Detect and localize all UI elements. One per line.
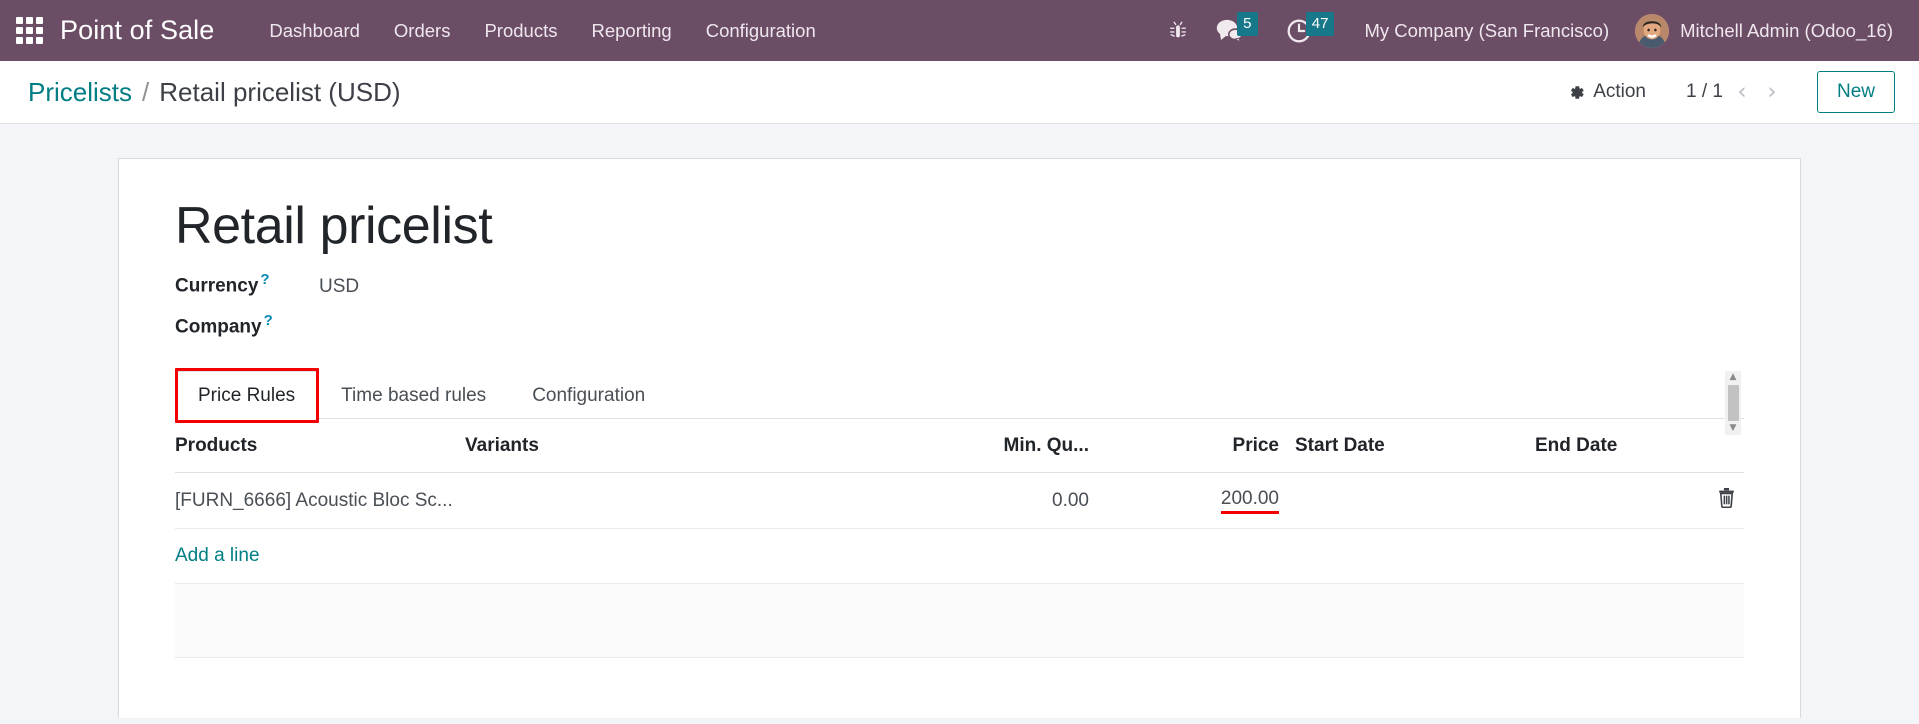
main-menu: Dashboard Orders Products Reporting Conf… [252,1,832,61]
currency-value[interactable]: USD [317,276,437,298]
cell-delete [1678,472,1744,530]
scroll-down-arrow[interactable]: ▼ [1730,422,1737,435]
menu-item-reporting[interactable]: Reporting [574,1,688,61]
field-company: Company? [175,312,1744,343]
tab-price-rules[interactable]: Price Rules [175,371,319,420]
company-switcher[interactable]: My Company (San Francisco) [1348,20,1625,42]
company-help-icon[interactable]: ? [264,312,273,329]
currency-help-icon[interactable]: ? [260,271,269,288]
column-header-products[interactable]: Products [175,419,465,474]
list-empty-filler [175,584,1744,659]
add-a-line-link[interactable]: Add a line [175,545,260,566]
field-currency: Currency? USD [175,271,1744,302]
currency-label-text: Currency [175,275,259,297]
breadcrumb-current: Retail pricelist (USD) [159,76,401,107]
scrollbar-thumb[interactable] [1727,385,1739,422]
activities-count-badge: 47 [1305,11,1335,36]
company-label-text: Company [175,316,262,338]
breadcrumb-separator: / [142,76,150,107]
column-header-start-date[interactable]: Start Date [1295,419,1535,474]
table-row[interactable]: [FURN_6666] Acoustic Bloc Sc... 0.00 200… [175,472,1744,530]
column-header-end-date[interactable]: End Date [1535,419,1678,474]
cell-start-date[interactable] [1295,472,1535,530]
user-name-label: Mitchell Admin (Odoo_16) [1680,19,1893,41]
price-value-highlighted[interactable]: 200.00 [1220,488,1279,514]
field-label-currency: Currency? [175,271,317,297]
field-label-company: Company? [175,312,317,338]
messages-menu[interactable]: 5 [1202,0,1272,61]
cell-variants[interactable] [465,472,895,530]
action-label: Action [1593,81,1646,102]
cell-price[interactable]: 200.00 [1105,472,1295,530]
avatar [1635,13,1670,48]
breadcrumb-item-pricelists[interactable]: Pricelists [28,77,132,108]
add-line-row: Add a line [175,528,1744,585]
top-navbar: Point of Sale Dashboard Orders Products … [0,0,1919,61]
chevron-right-icon[interactable]: › [1757,77,1787,107]
user-menu[interactable]: Mitchell Admin (Odoo_16) [1625,13,1897,48]
new-button[interactable]: New [1816,71,1895,113]
menu-item-configuration[interactable]: Configuration [689,1,833,61]
scroll-up-arrow[interactable]: ▲ [1730,371,1737,384]
breadcrumb: Pricelists / Retail pricelist (USD) [28,77,401,108]
tab-time-based-rules[interactable]: Time based rules [318,371,509,419]
trash-icon[interactable] [1717,487,1736,514]
cell-end-date[interactable] [1535,472,1678,530]
tab-configuration[interactable]: Configuration [509,371,668,419]
price-rules-table: Products Variants Min. Qu... Price Start… [175,419,1744,585]
menu-item-dashboard[interactable]: Dashboard [252,1,377,61]
control-panel: Pricelists / Retail pricelist (USD) Acti… [0,61,1919,124]
column-header-price[interactable]: Price [1105,419,1295,474]
page-title: Retail pricelist [175,197,493,255]
pager: 1 / 1 ‹ › [1682,77,1787,107]
app-brand-name[interactable]: Point of Sale [60,15,214,46]
activities-menu[interactable]: 47 [1272,0,1349,61]
column-header-min-quantity[interactable]: Min. Qu... [895,419,1105,474]
cell-product[interactable]: [FURN_6666] Acoustic Bloc Sc... [175,472,465,530]
messages-count-badge: 5 [1236,11,1258,36]
column-header-variants[interactable]: Variants [465,419,895,474]
notebook: ▲ ▼ Price Rules Time based rules Configu… [175,368,1744,659]
menu-item-products[interactable]: Products [467,1,574,61]
gear-icon [1568,84,1585,101]
tab-strip: Price Rules Time based rules Configurati… [175,368,1744,424]
apps-grid-icon[interactable] [14,16,44,46]
bug-icon[interactable] [1154,0,1202,61]
content-area: Retail pricelist Currency? USD Company? … [0,124,1919,724]
action-menu-button[interactable]: Action [1558,75,1656,109]
control-panel-actions: Action 1 / 1 ‹ › New [1558,71,1895,113]
form-sheet: Retail pricelist Currency? USD Company? … [118,158,1801,718]
menu-item-orders[interactable]: Orders [377,1,468,61]
notebook-scrollbar[interactable]: ▲ ▼ [1725,371,1741,436]
cell-min-quantity[interactable]: 0.00 [895,472,1105,530]
table-header-row: Products Variants Min. Qu... Price Start… [175,419,1744,474]
chevron-left-icon[interactable]: ‹ [1727,77,1757,107]
systray: 5 47 My Company (San Francisco) Mitchell… [1154,0,1897,61]
add-line-cell: Add a line [175,528,1744,585]
pager-value[interactable]: 1 / 1 [1682,81,1727,103]
